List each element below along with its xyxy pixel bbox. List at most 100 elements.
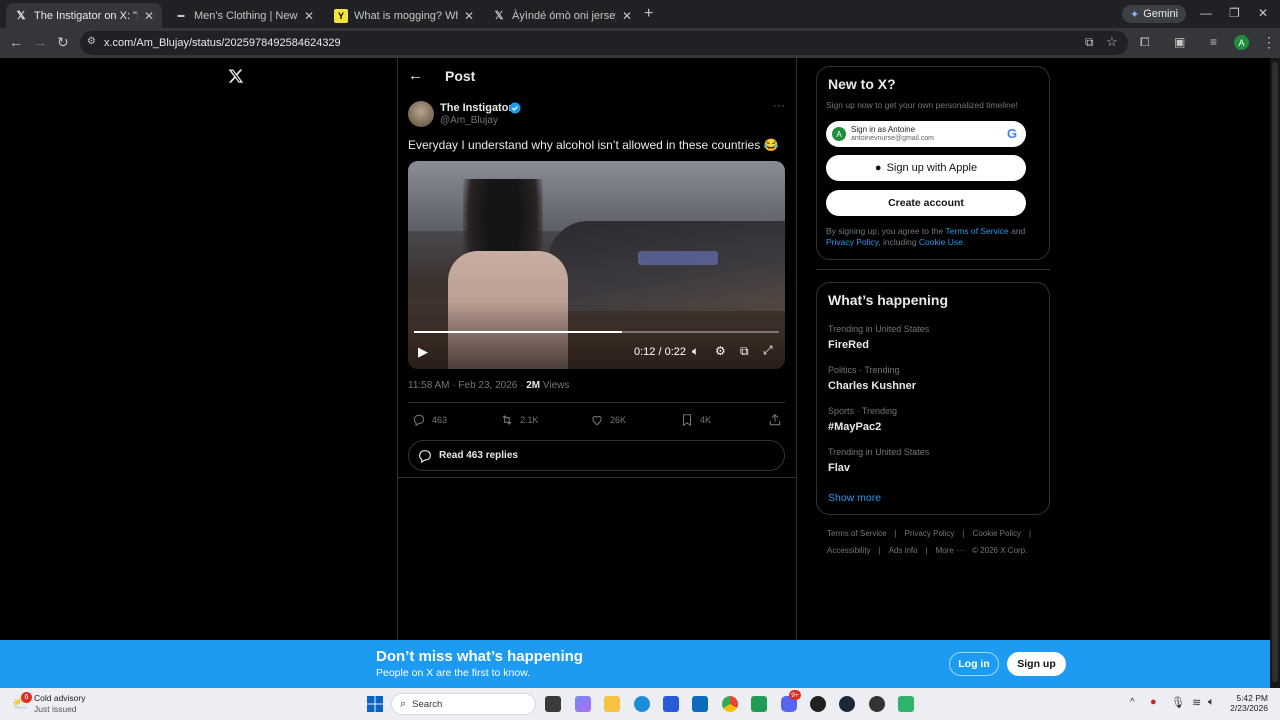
reply-button[interactable]: 463 — [412, 413, 447, 427]
close-window-icon[interactable]: ✕ — [1258, 6, 1268, 20]
app-icon[interactable] — [810, 696, 826, 712]
back-arrow-icon[interactable]: ← — [408, 67, 423, 84]
read-replies-button[interactable]: Read 463 replies — [408, 440, 785, 471]
video-progress-track[interactable] — [414, 331, 779, 333]
play-icon[interactable]: ▶ — [418, 344, 428, 360]
minimize-icon[interactable]: — — [1200, 6, 1212, 20]
bookmark-button[interactable]: 4K — [680, 413, 711, 427]
google-signin-button[interactable]: A Sign in as Antoine antoinevnurse@gmail… — [826, 121, 1026, 147]
forward-icon[interactable]: → — [33, 34, 47, 50]
outlook-icon[interactable] — [692, 696, 708, 712]
back-icon[interactable]: ← — [9, 34, 23, 50]
menu-icon[interactable]: ⋮ — [1262, 34, 1276, 51]
microphone-icon[interactable]: 🎙︎ — [1171, 696, 1185, 709]
author-name[interactable]: The Instigator — [440, 102, 513, 114]
profile-avatar[interactable]: A — [1234, 35, 1249, 50]
discord-icon[interactable]: 9+ — [781, 690, 801, 712]
restore-icon[interactable]: ❐ — [1229, 6, 1240, 20]
trend-item[interactable]: Sports · Trending #MayPac2 — [828, 406, 897, 433]
volume-icon[interactable]: 🔈︎ — [1208, 696, 1215, 709]
bookmark-star-icon[interactable]: ☆ — [1106, 34, 1118, 50]
footer-terms-link[interactable]: Terms of Service — [827, 529, 887, 538]
clock[interactable]: 5:42 PM 2/23/2026 — [1228, 693, 1268, 713]
page-scrollbar[interactable] — [1270, 58, 1280, 688]
reply-icon — [413, 414, 425, 427]
footer-ads-link[interactable]: Ads info — [889, 546, 918, 555]
site-info-icon[interactable]: ⚙ — [87, 36, 96, 47]
task-view-icon[interactable] — [545, 696, 561, 712]
wifi-icon[interactable]: ≋ — [1192, 696, 1201, 709]
x-logo-icon[interactable] — [228, 68, 244, 84]
pip-icon[interactable]: ⧉ — [740, 344, 749, 359]
scrollbar-thumb[interactable] — [1272, 62, 1278, 682]
browser-toolbar: ← → ↻ ⚙ x.com/Am_Blujay/status/202597849… — [0, 28, 1280, 58]
avatar[interactable] — [408, 101, 434, 127]
privacy-link[interactable]: Privacy Policy — [826, 237, 878, 247]
install-icon[interactable]: ⧉ — [1085, 35, 1094, 50]
share-button[interactable] — [768, 413, 782, 427]
settings-gear-icon[interactable]: ⚙ — [715, 344, 726, 358]
close-icon[interactable]: ✕ — [464, 9, 474, 23]
trend-item[interactable]: Trending in United States Flav — [828, 447, 929, 474]
cookie-link[interactable]: Cookie Use — [919, 237, 963, 247]
store-icon[interactable] — [663, 696, 679, 712]
trend-item[interactable]: Politics · Trending Charles Kushner — [828, 365, 916, 392]
copilot-icon[interactable] — [575, 696, 591, 712]
repost-button[interactable]: 2.1K — [500, 413, 539, 427]
footer-accessibility-link[interactable]: Accessibility — [827, 546, 871, 555]
app-icon[interactable] — [751, 696, 767, 712]
gemini-button[interactable]: ✦ Gemini — [1122, 5, 1187, 23]
browser-tab[interactable]: Y What is mogging? What is look ✕ — [326, 3, 482, 28]
weather-widget[interactable]: ⛅ 6 — [12, 692, 32, 712]
fullscreen-icon[interactable]: ⤢ — [763, 343, 773, 358]
video-dashboard — [548, 221, 785, 311]
notification-badge: 9+ — [789, 690, 801, 700]
app-icon[interactable] — [898, 696, 914, 712]
new-tab-button[interactable]: + — [644, 5, 653, 23]
footer-cookie-link[interactable]: Cookie Policy — [973, 529, 1021, 538]
address-bar[interactable]: ⚙ x.com/Am_Blujay/status/202597849258462… — [80, 31, 1128, 55]
volume-icon[interactable]: 🔈︎ — [692, 344, 699, 359]
footer-more-link[interactable]: More ··· — [936, 546, 964, 555]
apple-signup-button[interactable]: ● Sign up with Apple — [826, 155, 1026, 181]
browser-tab[interactable]: 𝕏 Àyìndé ómò oni jersey 😍💗 o ✕ — [484, 3, 640, 28]
yahoo-icon: Y — [334, 8, 348, 23]
tray-icon[interactable]: ● — [1150, 696, 1157, 708]
file-explorer-icon[interactable] — [604, 696, 620, 712]
terms-link[interactable]: Terms of Service — [945, 226, 1008, 236]
reload-icon[interactable]: ↻ — [57, 34, 69, 51]
browser-tab[interactable]: ▬ Men's Clothing | New Men's Ou ✕ — [166, 3, 322, 28]
trend-item[interactable]: Trending in United States FireRed — [828, 324, 929, 351]
close-icon[interactable]: ✕ — [622, 9, 632, 23]
side-panel-icon[interactable]: ▣ — [1174, 35, 1185, 49]
video-player[interactable]: ▶ 0:12 / 0:22 🔈︎ ⚙ ⧉ ⤢ — [408, 161, 785, 369]
author-handle[interactable]: @Am_Blujay — [440, 115, 498, 126]
page-title: Post — [445, 68, 476, 84]
windows-start-icon[interactable] — [367, 696, 383, 712]
x-page: ← Post The Instigator @Am_Blujay ··· Eve… — [0, 58, 1270, 688]
weather-title[interactable]: Cold advisory — [34, 693, 86, 703]
signup-button[interactable]: Sign up — [1007, 652, 1066, 676]
weather-subtitle: Just issued — [34, 704, 77, 714]
app-icon[interactable] — [869, 696, 885, 712]
create-account-button[interactable]: Create account — [826, 190, 1026, 216]
like-button[interactable]: 26K — [590, 413, 626, 427]
show-more-link[interactable]: Show more — [828, 492, 881, 504]
column-divider — [397, 58, 398, 640]
edge-icon[interactable] — [634, 696, 650, 712]
taskbar-search[interactable]: ⌕ Search — [391, 693, 536, 715]
chrome-icon[interactable] — [722, 696, 738, 712]
media-icon[interactable]: ≡ — [1210, 35, 1217, 49]
browser-tab[interactable]: 𝕏 The Instigator on X: "Everyday I ✕ — [6, 3, 162, 28]
login-button[interactable]: Log in — [949, 652, 999, 676]
browser-tab-strip: 𝕏 The Instigator on X: "Everyday I ✕ ▬ M… — [0, 0, 1280, 28]
close-icon[interactable]: ✕ — [304, 9, 314, 23]
more-icon[interactable]: ··· — [773, 98, 785, 112]
post-text: Everyday I understand why alcohol isn’t … — [408, 138, 779, 152]
close-icon[interactable]: ✕ — [144, 9, 154, 23]
extensions-icon[interactable]: ⧠ — [1140, 35, 1150, 50]
footer-privacy-link[interactable]: Privacy Policy — [905, 529, 955, 538]
steam-icon[interactable] — [839, 696, 855, 712]
separator — [816, 269, 1050, 270]
chevron-up-icon[interactable]: ^ — [1130, 697, 1135, 708]
